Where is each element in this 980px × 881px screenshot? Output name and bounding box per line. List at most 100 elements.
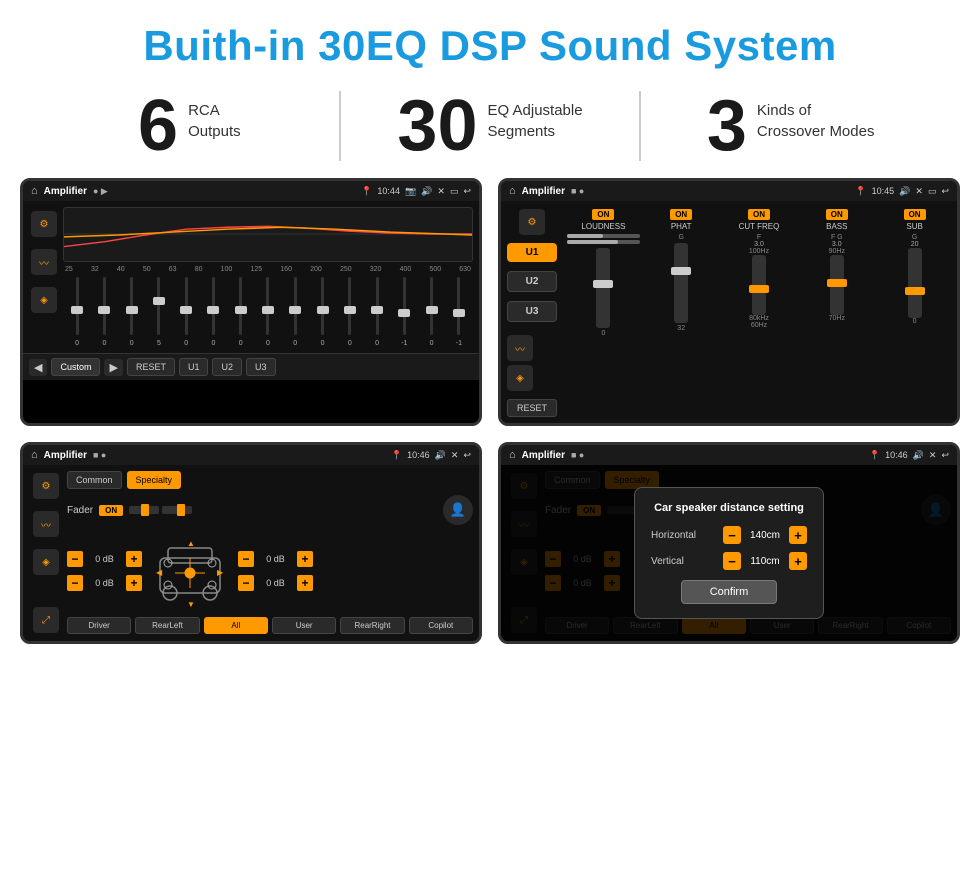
speaker-icon-fader[interactable]: ◈	[33, 549, 59, 575]
stat-number-rca: 6	[138, 90, 178, 162]
volume-icon-dialog: 🔊	[913, 450, 924, 461]
vol-minus-4[interactable]: −	[238, 575, 254, 591]
vol-plus-1[interactable]: +	[126, 551, 142, 567]
stat-item-crossover: 3 Kinds of Crossover Modes	[661, 90, 920, 162]
volume-icon-fader: 🔊	[435, 450, 446, 461]
camera-icon-eq: 📷	[405, 186, 416, 197]
xover-u3-btn[interactable]: U3	[507, 301, 557, 322]
back-icon-dialog[interactable]: ↩	[941, 450, 949, 461]
vol-minus-2[interactable]: −	[67, 575, 83, 591]
dialog-box: Car speaker distance setting Horizontal …	[634, 487, 824, 619]
screen-xover-title: Amplifier	[522, 186, 565, 197]
horizontal-minus[interactable]: −	[723, 526, 741, 544]
screen-eq: ⌂ Amplifier ● ▶ 📍 10:44 📷 🔊 ✕ ▭ ↩ ⚙ 〰 ◈	[20, 178, 482, 426]
xover-u1-btn[interactable]: U1	[507, 243, 557, 262]
back-icon-xover[interactable]: ↩	[941, 186, 949, 197]
stat-text-eq: EQ Adjustable Segments	[488, 90, 583, 142]
driver-btn[interactable]: Driver	[67, 617, 131, 634]
eq-u2-btn[interactable]: U2	[212, 358, 242, 376]
home-icon-fader[interactable]: ⌂	[31, 449, 38, 461]
home-icon-eq[interactable]: ⌂	[31, 185, 38, 197]
close-icon-eq: ✕	[437, 186, 445, 197]
user-btn[interactable]: User	[272, 617, 336, 634]
expand-icon-fader[interactable]: ⤢	[33, 607, 59, 633]
svg-text:▶: ▶	[217, 568, 224, 577]
window-icon-xover: ▭	[928, 186, 937, 197]
close-icon-fader: ✕	[451, 450, 459, 461]
eq-graph	[63, 207, 473, 262]
time-xover: 10:45	[872, 186, 895, 196]
window-icon-eq: ▭	[450, 186, 459, 197]
xover-u2-btn[interactable]: U2	[507, 271, 557, 292]
svg-text:▼: ▼	[187, 600, 195, 608]
sub-label: SUB	[906, 222, 922, 231]
eq-next-btn[interactable]: ▶	[104, 359, 122, 376]
vertical-minus[interactable]: −	[723, 552, 741, 570]
eq-icon-fader[interactable]: ⚙	[33, 473, 59, 499]
eq-icon-3[interactable]: ◈	[31, 287, 57, 313]
screen-fader-title: Amplifier	[44, 450, 87, 461]
back-icon-fader[interactable]: ↩	[463, 450, 471, 461]
screen-eq-title: Amplifier	[44, 186, 87, 197]
vol-value-1: 0 dB	[87, 554, 122, 564]
location-icon-xover: 📍	[855, 186, 866, 197]
vol-plus-3[interactable]: +	[297, 551, 313, 567]
xover-content: ⚙ U1 U2 U3 〰 ◈ RESET ON LOUDNESS	[501, 201, 957, 423]
wave-icon-fader[interactable]: 〰	[33, 511, 59, 537]
dialog-vertical-row: Vertical − 110cm +	[651, 552, 807, 570]
fader-label: Fader	[67, 505, 93, 516]
status-bar-eq: ⌂ Amplifier ● ▶ 📍 10:44 📷 🔊 ✕ ▭ ↩	[23, 181, 479, 201]
time-eq: 10:44	[377, 186, 400, 196]
phat-on: ON	[670, 209, 692, 220]
bass-label: BASS	[826, 222, 847, 231]
eq-icon-2[interactable]: 〰	[31, 249, 57, 275]
eq-icon-xover3[interactable]: ◈	[507, 365, 533, 391]
close-icon-dialog: ✕	[929, 450, 937, 461]
time-dialog: 10:46	[885, 450, 908, 460]
loudness-on: ON	[592, 209, 614, 220]
home-icon-dialog[interactable]: ⌂	[509, 449, 516, 461]
rearleft-btn[interactable]: RearLeft	[135, 617, 199, 634]
eq-icon-1[interactable]: ⚙	[31, 211, 57, 237]
location-icon-eq: 📍	[361, 186, 372, 197]
all-btn[interactable]: All	[204, 617, 268, 634]
eq-icon-xover2[interactable]: 〰	[507, 335, 533, 361]
screen-fader: ⌂ Amplifier ■ ● 📍 10:46 🔊 ✕ ↩ ⚙ 〰 ◈ ⤢	[20, 442, 482, 644]
tab-specialty[interactable]: Specialty	[127, 471, 182, 489]
cutfreq-on: ON	[748, 209, 770, 220]
stat-text-crossover: Kinds of Crossover Modes	[757, 90, 875, 142]
horizontal-plus[interactable]: +	[789, 526, 807, 544]
stats-row: 6 RCA Outputs 30 EQ Adjustable Segments …	[0, 80, 980, 178]
sub-on: ON	[904, 209, 926, 220]
tab-common[interactable]: Common	[67, 471, 122, 489]
rearright-btn[interactable]: RearRight	[340, 617, 404, 634]
home-icon-xover[interactable]: ⌂	[509, 185, 516, 197]
eq-bottom-bar: ◀ Custom ▶ RESET U1 U2 U3	[23, 353, 479, 380]
back-icon-eq[interactable]: ↩	[463, 186, 471, 197]
confirm-button[interactable]: Confirm	[681, 580, 778, 604]
horizontal-label: Horizontal	[651, 530, 696, 541]
eq-reset-btn[interactable]: RESET	[127, 358, 175, 376]
eq-icon-xover[interactable]: ⚙	[519, 209, 545, 235]
person-icon-fader: 👤	[443, 495, 473, 525]
volume-icon-eq: 🔊	[421, 186, 432, 197]
vol-minus-1[interactable]: −	[67, 551, 83, 567]
vertical-plus[interactable]: +	[789, 552, 807, 570]
eq-preset-label: Custom	[51, 358, 100, 376]
stat-number-eq: 30	[397, 90, 477, 162]
copilot-btn[interactable]: Copilot	[409, 617, 473, 634]
stat-item-eq: 30 EQ Adjustable Segments	[361, 90, 620, 162]
vol-plus-4[interactable]: +	[297, 575, 313, 591]
eq-sliders[interactable]: 0 0 0 5 0 0 0 0 0 0 0 0 -1 0 -1	[63, 277, 473, 347]
eq-prev-btn[interactable]: ◀	[29, 359, 47, 376]
vol-plus-2[interactable]: +	[126, 575, 142, 591]
xover-reset-btn[interactable]: RESET	[507, 399, 557, 417]
status-bar-xover: ⌂ Amplifier ■ ● 📍 10:45 🔊 ✕ ▭ ↩	[501, 181, 957, 201]
vol-minus-3[interactable]: −	[238, 551, 254, 567]
status-bar-fader: ⌂ Amplifier ■ ● 📍 10:46 🔊 ✕ ↩	[23, 445, 479, 465]
eq-u1-btn[interactable]: U1	[179, 358, 209, 376]
eq-u3-btn[interactable]: U3	[246, 358, 276, 376]
vertical-label: Vertical	[651, 556, 684, 567]
screen-dialog: ⌂ Amplifier ■ ● 📍 10:46 🔊 ✕ ↩ ⚙ 〰 ◈ ⤢	[498, 442, 960, 644]
dialog-title: Car speaker distance setting	[651, 502, 807, 514]
